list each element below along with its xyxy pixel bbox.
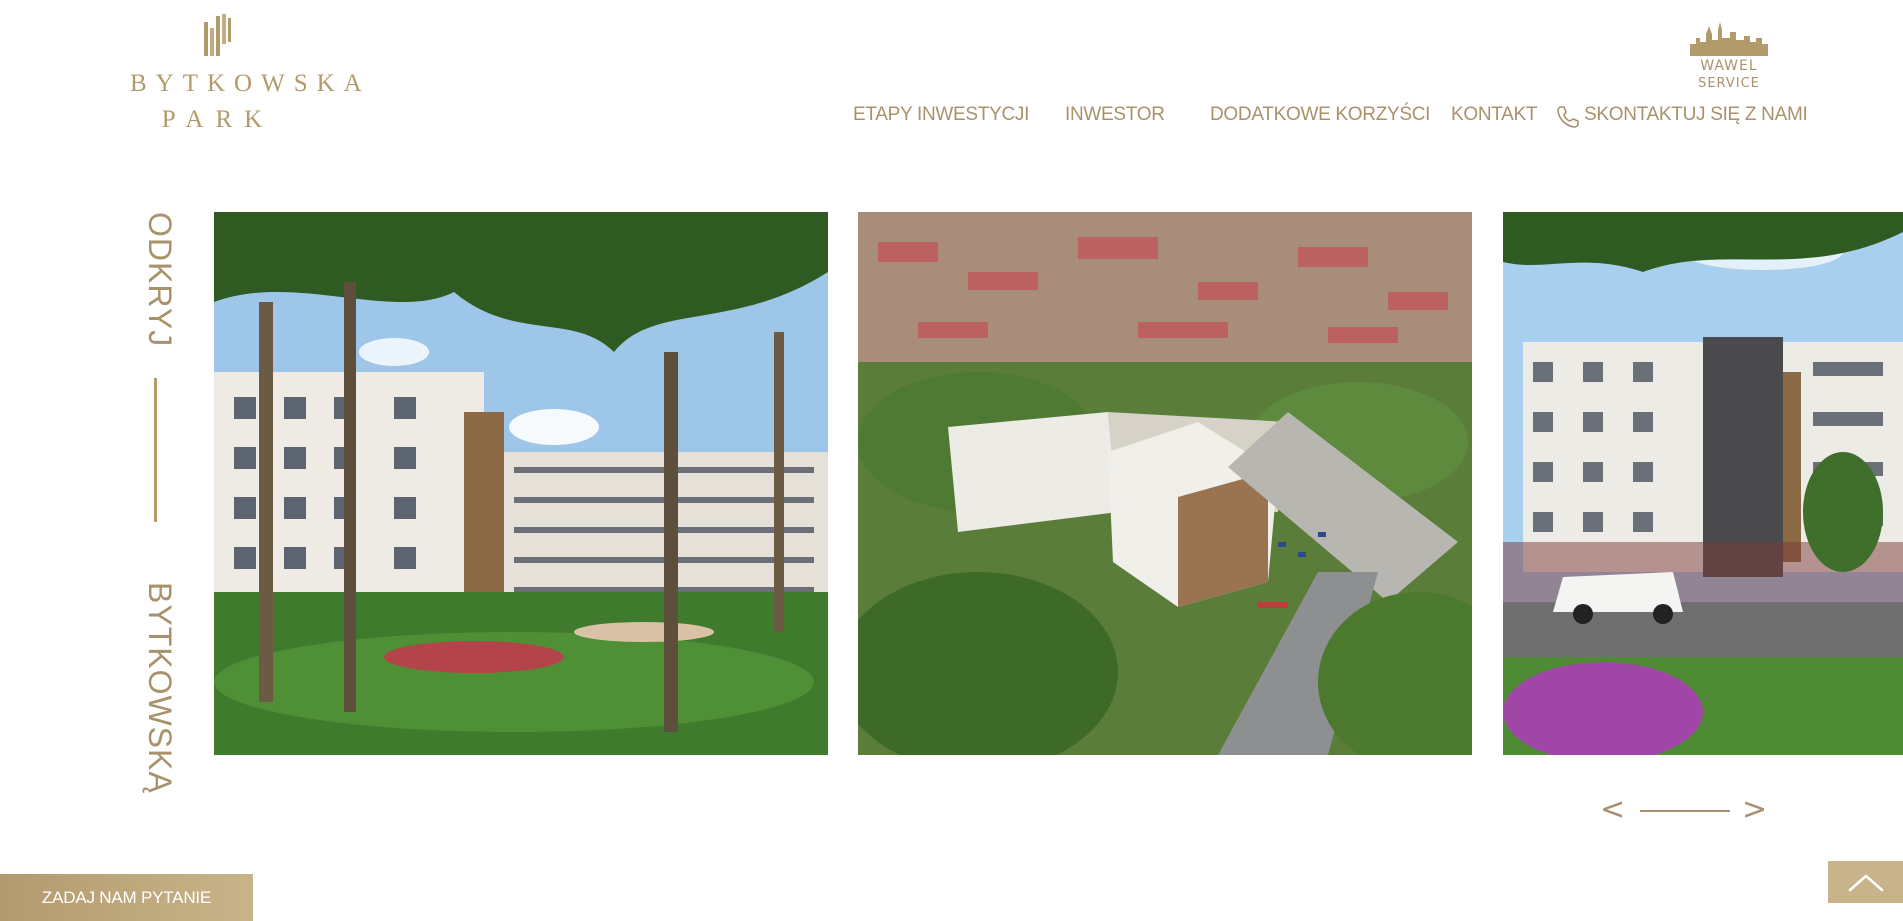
slider-progress-line [1640, 810, 1730, 812]
partner-logo[interactable]: WAWEL SERVICE [1688, 20, 1770, 92]
partner-name-line1: WAWEL [1700, 58, 1758, 74]
logo-mark-icon [204, 14, 231, 56]
aerial-render-image [858, 212, 1472, 755]
slide-courtyard-garden[interactable] [214, 212, 828, 755]
nav-kontakt[interactable]: KONTAKT [1451, 104, 1538, 126]
logo-name-line1: BYTKOWSKA [130, 70, 371, 97]
partner-name-line2: SERVICE [1698, 76, 1760, 91]
street-render-image [1503, 212, 1903, 755]
slide-aerial-view[interactable] [858, 212, 1472, 755]
side-label-bytkowska: BYTKOWSKĄ [142, 582, 178, 794]
nav-inwestor[interactable]: INWESTOR [1065, 104, 1165, 126]
courtyard-render-image [214, 212, 828, 755]
side-divider [154, 378, 157, 522]
slider-next-button[interactable]: > [1742, 790, 1767, 830]
nav-dodatkowe-korzysci[interactable]: DODATKOWE KORZYŚCI [1210, 104, 1430, 126]
ask-question-button[interactable]: ZADAJ NAM PYTANIE [0, 874, 253, 921]
slider-prev-button[interactable]: < [1600, 790, 1625, 830]
nav-skontaktuj-sie[interactable]: SKONTAKTUJ SIĘ Z NAMI [1584, 104, 1808, 126]
slide-street-view[interactable] [1503, 212, 1903, 755]
scroll-to-top-button[interactable] [1828, 861, 1903, 903]
nav-etapy-inwestycji[interactable]: ETAPY INWESTYCJI [853, 104, 1029, 126]
phone-icon[interactable] [1555, 104, 1581, 130]
side-label-odkryj: ODKRYJ [142, 212, 178, 348]
logo-name-line2: PARK [161, 106, 275, 133]
castle-skyline-icon [1690, 22, 1768, 56]
chevron-up-icon [1848, 874, 1884, 892]
brand-logo[interactable]: BYTKOWSKA PARK [130, 14, 371, 134]
